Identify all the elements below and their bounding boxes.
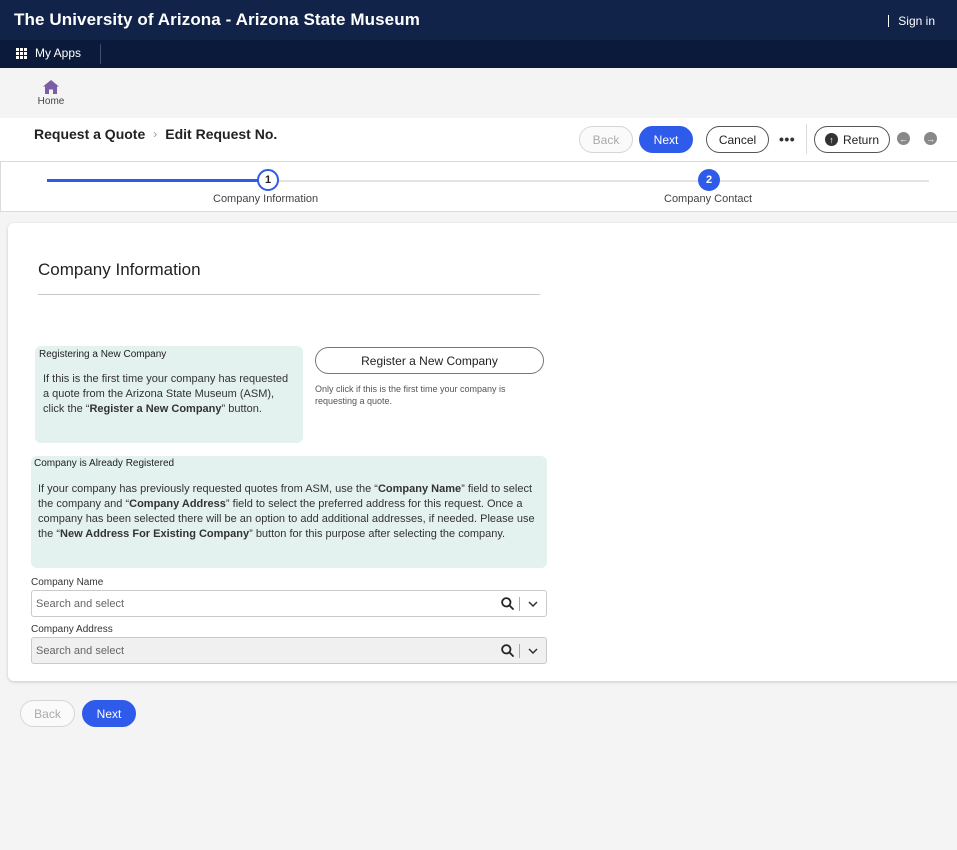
page-toolbar: Request a Quote › Edit Request No. Back … [0,118,957,162]
info-text: If this is the first time your company h… [43,373,289,415]
next-record-icon[interactable]: → [924,132,937,145]
return-button[interactable]: ↑ Return [814,126,890,153]
search-icon[interactable] [495,591,519,616]
back-button[interactable]: Back [20,700,75,727]
company-address-field[interactable]: Search and select [31,637,547,664]
chevron-down-icon[interactable] [520,591,546,616]
divider [38,294,540,295]
sign-in-label: Sign in [898,14,935,28]
register-help-text: Only click if this is the first time you… [315,384,506,406]
sign-in-link[interactable]: Sign in [888,14,935,28]
breadcrumb-edit-request: Edit Request No. [165,126,278,142]
registered-company-info-box: Company is Already Registered If your co… [31,456,547,568]
info-text: If your company has previously requested… [38,483,535,540]
home-label: Home [37,96,65,107]
step-1-label[interactable]: Company Information [213,193,318,205]
step-1-indicator[interactable]: 1 [257,169,279,191]
company-name-field[interactable]: Search and select [31,590,547,617]
cancel-button[interactable]: Cancel [706,126,769,153]
company-name-label: Company Name [31,577,104,588]
next-button[interactable]: Next [639,126,693,153]
home-button[interactable]: Home [34,80,68,107]
form-card: Company Information Registering a New Co… [8,223,957,681]
step-2-label[interactable]: Company Contact [664,193,752,205]
section-title: Company Information [38,260,201,279]
top-header: The University of Arizona - Arizona Stat… [0,0,957,40]
step-2-indicator[interactable]: 2 [698,169,720,191]
company-address-label: Company Address [31,624,113,635]
back-button[interactable]: Back [579,126,633,153]
progress-stepper: 1 Company Information 2 Company Contact [0,162,957,212]
breadcrumb-request-a-quote[interactable]: Request a Quote [34,126,145,142]
my-apps-label: My Apps [35,46,82,60]
info-heading: Company is Already Registered [34,458,175,469]
apps-grid-icon [16,47,27,59]
info-heading: Registering a New Company [39,349,167,360]
return-label: Return [842,132,880,147]
my-apps-button[interactable]: My Apps [16,46,81,60]
breadcrumb: Request a Quote › Edit Request No. [34,126,277,142]
register-new-company-button[interactable]: Register a New Company [315,347,544,374]
company-name-placeholder[interactable]: Search and select [32,598,495,610]
search-icon[interactable] [495,638,519,663]
stepper-progress [47,179,267,182]
site-title: The University of Arizona - Arizona Stat… [14,10,420,29]
arrow-up-circle-icon: ↑ [824,133,838,146]
apps-bar: My Apps [0,40,957,68]
divider [806,124,807,154]
next-button[interactable]: Next [82,700,136,727]
previous-record-icon[interactable]: ← [897,132,910,145]
divider [888,15,890,27]
new-company-info-box: Registering a New Company If this is the… [35,346,303,443]
chevron-right-icon: › [153,127,158,141]
company-address-placeholder[interactable]: Search and select [32,645,495,657]
home-icon [43,80,59,94]
chevron-down-icon[interactable] [520,638,546,663]
divider [100,44,101,64]
more-options-icon[interactable]: ••• [779,131,795,147]
home-row: Home [0,68,957,118]
